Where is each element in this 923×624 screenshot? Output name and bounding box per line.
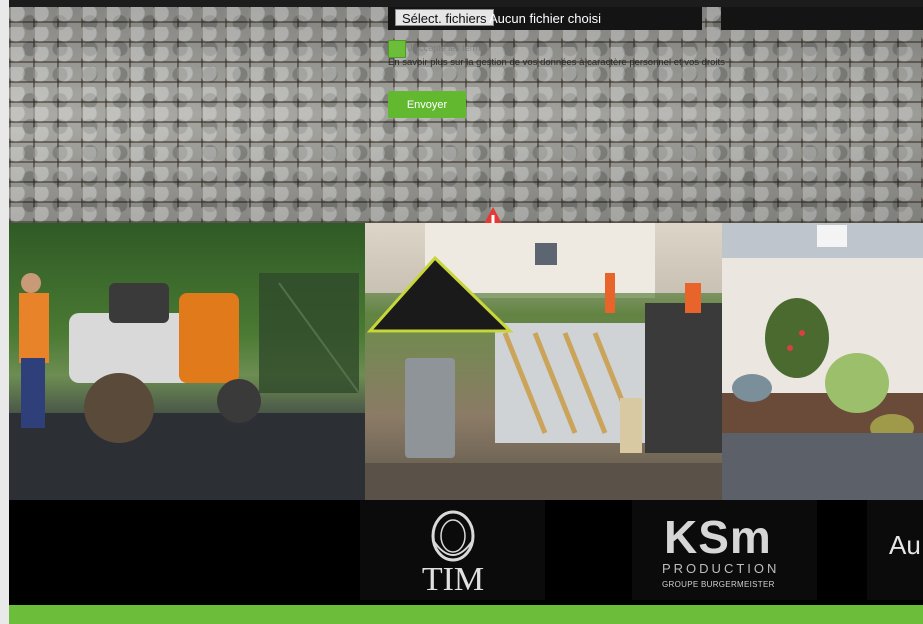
garden-illustration bbox=[722, 223, 923, 500]
gate-illustration bbox=[365, 223, 722, 500]
footer-green-bar bbox=[9, 605, 923, 624]
top-dark-strip bbox=[9, 0, 923, 7]
adjacent-input-field[interactable] bbox=[721, 7, 923, 30]
photo-gate-installation bbox=[365, 223, 722, 500]
submit-button[interactable]: Envoyer bbox=[388, 91, 466, 118]
consent-checkbox[interactable] bbox=[388, 40, 406, 58]
tim-emblem-icon: TIM bbox=[422, 510, 484, 598]
ksm-subtitle: PRODUCTION bbox=[662, 561, 780, 576]
left-scrollbar-edge bbox=[0, 0, 9, 624]
road-roller-illustration bbox=[9, 273, 365, 500]
au-wordmark: Au bbox=[889, 530, 921, 560]
tim-wordmark: TIM bbox=[422, 561, 484, 598]
logo-au-partial[interactable]: Au bbox=[867, 500, 923, 600]
photo-road-roller bbox=[9, 223, 365, 500]
privacy-info-link[interactable]: En savoir plus sur la gestion de vos don… bbox=[388, 57, 725, 68]
ksm-wordmark: KSm bbox=[664, 511, 772, 563]
logo-tim[interactable]: TIM bbox=[360, 500, 545, 600]
file-upload-field[interactable]: Sélect. fichiers Aucun fichier choisi bbox=[388, 7, 702, 30]
select-files-button[interactable]: Sélect. fichiers bbox=[395, 9, 494, 26]
logo-ksm-production[interactable]: KSm PRODUCTION GROUPE BURGERMEISTER bbox=[632, 500, 817, 600]
ksm-group-text: GROUPE BURGERMEISTER bbox=[662, 580, 775, 589]
consent-label: J'accepte les termes bbox=[408, 43, 490, 53]
cobblestone-hero-background bbox=[9, 7, 923, 223]
file-status-text: Aucun fichier choisi bbox=[489, 11, 601, 26]
photo-landscaped-garden bbox=[722, 223, 923, 500]
partner-logos-band: TIM KSm PRODUCTION GROUPE BURGERMEISTER … bbox=[9, 500, 923, 605]
